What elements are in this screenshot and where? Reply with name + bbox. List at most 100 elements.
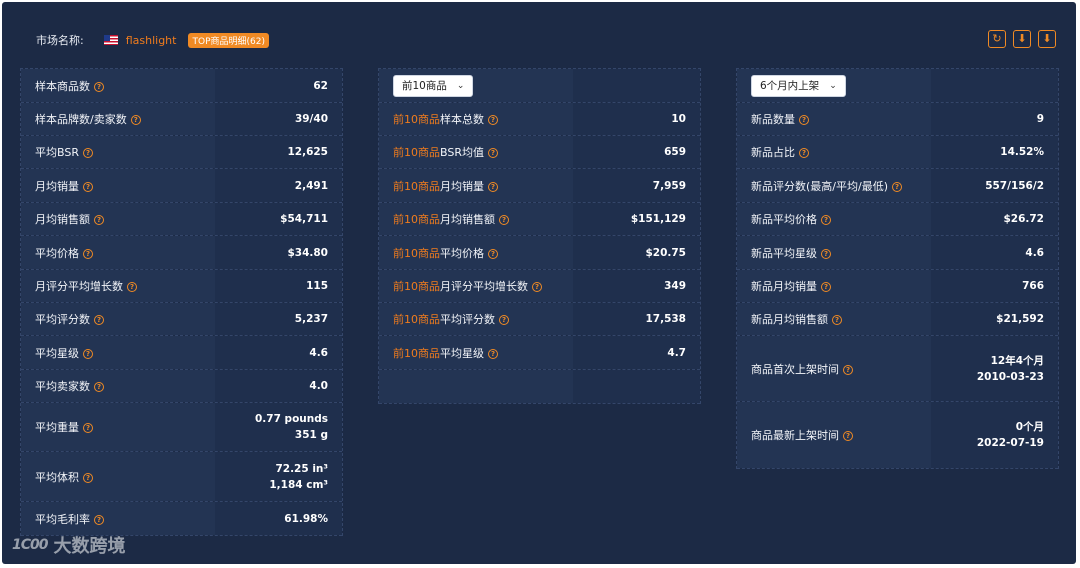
help-icon[interactable]: ?: [83, 248, 93, 259]
row-value: $34.80: [287, 246, 328, 259]
row-value-secondary: 2022-07-19: [976, 437, 1044, 449]
help-icon[interactable]: ?: [83, 423, 93, 433]
help-icon[interactable]: ?: [94, 382, 104, 392]
help-icon[interactable]: ?: [799, 148, 809, 158]
row-label-text: 平均星级: [440, 346, 484, 360]
table-row: 前10商品平均星级? 4.7: [379, 336, 700, 370]
row-value-cell: $34.80: [214, 236, 342, 269]
help-icon[interactable]: ?: [94, 315, 104, 325]
table-row: 商品首次上架时间? 12年4个月 2010-03-23: [737, 336, 1058, 402]
row-label-cell: 月均销量?: [21, 169, 215, 202]
row-value-cell: 4.6: [930, 236, 1058, 269]
row-value: $21,592: [996, 313, 1044, 325]
row-label-cell: 新品评分数(最高/平均/最低)?: [737, 169, 931, 202]
help-icon[interactable]: ?: [82, 148, 93, 158]
help-icon[interactable]: ?: [832, 315, 842, 325]
row-label-text: 样本品牌数/卖家数: [35, 113, 127, 126]
row-value: 7,959: [652, 179, 686, 192]
table-row: 6个月内上架 ⌄: [737, 69, 1058, 103]
row-value: $20.75: [645, 246, 686, 259]
help-icon[interactable]: ?: [499, 215, 509, 225]
row-label-text: 样本总数: [440, 113, 484, 126]
table-row: 新品月均销售额? $21,592: [737, 303, 1058, 336]
row-value: $151,129: [630, 213, 686, 225]
row-value: 12,625: [287, 146, 328, 158]
table-row: 平均重量? 0.77 pounds 351 g: [21, 403, 342, 452]
help-icon[interactable]: ?: [488, 348, 498, 359]
row-label: 平均BSR?: [35, 144, 93, 160]
row-label-text: 平均重量: [35, 421, 79, 434]
help-icon[interactable]: ?: [799, 115, 809, 125]
row-value: $26.72: [1003, 213, 1044, 225]
row-value: 10: [671, 113, 686, 125]
row-value: 115: [306, 280, 328, 292]
help-icon[interactable]: ?: [532, 282, 542, 292]
top-n-select[interactable]: 前10商品 ⌄: [393, 74, 474, 97]
table-row: 商品最新上架时间? 0个月 2022-07-19: [737, 402, 1058, 469]
help-icon[interactable]: ?: [94, 514, 104, 525]
help-icon[interactable]: ?: [892, 181, 902, 192]
row-label-text: 平均评分数: [440, 313, 495, 326]
row-value: 12年4个月: [990, 354, 1044, 367]
help-icon[interactable]: ?: [83, 181, 93, 192]
table-row: 样本商品数? 62: [21, 69, 342, 103]
row-label-cell: 前10商品月评分平均增长数?: [379, 270, 573, 302]
help-icon[interactable]: ?: [83, 348, 93, 359]
row-value-cell: 2,491: [214, 169, 342, 202]
row-label-cell: 平均毛利率?: [21, 502, 215, 535]
help-icon[interactable]: ?: [83, 472, 93, 483]
row-label-cell: 平均体积?: [21, 452, 215, 501]
table-row: 月均销售额? $54,711: [21, 203, 342, 236]
top-products-badge[interactable]: TOP商品明细(62): [188, 32, 269, 48]
top-n-select-value: 前10商品: [402, 80, 447, 92]
help-icon[interactable]: ?: [843, 364, 853, 375]
help-icon[interactable]: ?: [488, 181, 498, 192]
row-label: 样本商品数?: [35, 78, 104, 94]
help-icon[interactable]: ?: [94, 81, 104, 92]
help-icon[interactable]: ?: [821, 215, 831, 225]
row-label-cell: 商品首次上架时间?: [737, 336, 931, 401]
watermark-text: 大数跨境: [53, 536, 126, 557]
row-label-cell: 平均卖家数?: [21, 370, 215, 402]
watermark: 1C00 大数跨境: [12, 532, 126, 558]
row-value-cell: 0个月 2022-07-19: [930, 402, 1058, 468]
row-label-text: 新品评分数(最高/平均/最低): [751, 179, 888, 193]
help-icon[interactable]: ?: [499, 315, 509, 325]
row-label-text: 月评分平均增长数: [440, 280, 528, 293]
refresh-icon[interactable]: ↻: [988, 30, 1006, 48]
row-value-cell: 4.6: [214, 336, 342, 369]
help-icon[interactable]: ?: [821, 282, 831, 292]
row-label-text: 月均销量: [440, 179, 484, 193]
row-value: $54,711: [280, 213, 328, 225]
help-icon[interactable]: ?: [130, 115, 141, 125]
help-icon[interactable]: ?: [843, 431, 853, 441]
row-label-text: 月均销售额: [440, 213, 495, 226]
row-label: 平均价格?: [35, 245, 93, 261]
table-row: 前10商品月均销量? 7,959: [379, 169, 700, 203]
table-row: 前10商品月均销售额? $151,129: [379, 203, 700, 236]
row-label-text: 新品数量: [751, 113, 795, 126]
row-label-text: 平均评分数: [35, 313, 90, 326]
help-icon[interactable]: ?: [487, 148, 498, 158]
chevron-down-icon: ⌄: [456, 80, 465, 91]
market-name-link[interactable]: flashlight: [126, 34, 177, 47]
listing-period-select[interactable]: 6个月内上架 ⌄: [751, 74, 846, 97]
row-label: 前10商品平均星级?: [393, 345, 498, 361]
export-icon[interactable]: ⬇: [1038, 30, 1056, 48]
download-icon[interactable]: ⬇: [1013, 30, 1031, 48]
row-label-text: 月均销售额: [35, 213, 90, 226]
row-label-cell: 新品占比?: [737, 136, 931, 168]
help-icon[interactable]: ?: [488, 115, 498, 125]
help-icon[interactable]: ?: [821, 248, 831, 259]
row-value-cell: $26.72: [930, 203, 1058, 235]
help-icon[interactable]: ?: [127, 282, 137, 292]
help-icon[interactable]: ?: [94, 215, 104, 225]
row-label-cell: 月评分平均增长数?: [21, 270, 215, 302]
overall-stats-table: 样本商品数? 62 样本品牌数/卖家数? 39/40 平均BSR? 12,625 月均销量?…: [20, 68, 343, 536]
row-value-cell: 12年4个月 2010-03-23: [930, 336, 1058, 401]
row-label-cell: 样本商品数?: [21, 69, 215, 102]
row-label: 平均卖家数?: [35, 378, 104, 394]
help-icon[interactable]: ?: [488, 248, 498, 259]
row-label: 商品首次上架时间?: [751, 361, 853, 377]
row-value: 2,491: [294, 179, 328, 192]
